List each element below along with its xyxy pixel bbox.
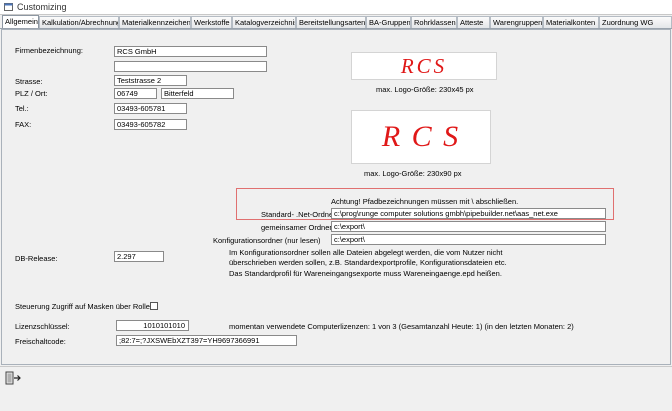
tab-bereitstellungsarten[interactable]: Bereitstellungsarten	[296, 16, 366, 28]
tel-field[interactable]: 03493-605781	[114, 103, 187, 114]
config-folder-label: Konfigurationsordner (nur lesen)	[213, 236, 321, 245]
config-info-line2: überschrieben werden sollen, z.B. Standa…	[229, 258, 507, 267]
tel-label: Tel.:	[15, 104, 29, 113]
tab-allgemein[interactable]: Allgemein	[2, 15, 39, 28]
tab-materialkonten[interactable]: Materialkonten	[543, 16, 599, 28]
net-folder-field[interactable]: c:\prog\runge computer solutions gmbh\pi…	[331, 208, 606, 219]
logo-small-caption: max. Logo-Größe: 230x45 px	[376, 85, 474, 94]
activation-code-field[interactable]: ;82:7=;?JXSWEbXZT397=YH9697366991	[116, 335, 297, 346]
tab-zuordnung-wg[interactable]: Zuordnung WG	[599, 16, 672, 28]
fax-field[interactable]: 03493-605782	[114, 119, 187, 130]
tab-kalkulation[interactable]: Kalkulation/Abrechnung	[39, 16, 119, 28]
tab-warengruppen[interactable]: Warengruppen	[490, 16, 543, 28]
db-release-label: DB-Release:	[15, 254, 58, 263]
net-folder-label: Standard- .Net-Ordner	[261, 210, 336, 219]
logo-large-image[interactable]: R C S	[351, 110, 491, 164]
title-bar: Customizing	[0, 0, 672, 15]
license-usage-text: momentan verwendete Computerlizenzen: 1 …	[229, 322, 574, 331]
firmenbezeichnung-label: Firmenbezeichnung:	[15, 46, 83, 55]
tab-strip: Allgemein Kalkulation/Abrechnung Materia…	[0, 15, 672, 29]
window-title: Customizing	[17, 2, 67, 12]
activation-code-label: Freischaltcode:	[15, 337, 66, 346]
form-icon	[4, 3, 13, 11]
logo-small-image[interactable]: RCS	[351, 52, 497, 80]
path-warning-text: Achtung! Pfadbezeichnungen müssen mit \ …	[331, 197, 519, 206]
tab-materialkennzeichen[interactable]: Materialkennzeichen	[119, 16, 191, 28]
bottom-bar	[0, 366, 672, 411]
role-access-checkbox[interactable]	[150, 302, 158, 310]
license-key-field[interactable]: 1010101010	[116, 320, 189, 331]
db-release-field[interactable]: 2.297	[114, 251, 164, 262]
role-access-label: Steuerung Zugriff auf Masken über Rollen	[15, 302, 155, 311]
logo-large-caption: max. Logo-Größe: 230x90 px	[364, 169, 462, 178]
license-key-label: Lizenzschlüssel:	[15, 322, 70, 331]
config-info-line3: Das Standardprofil für Wareneingangsexpo…	[229, 269, 502, 278]
plz-field[interactable]: 06749	[114, 88, 157, 99]
strasse-label: Strasse:	[15, 77, 43, 86]
exit-door-icon[interactable]	[4, 370, 22, 386]
tab-katalogverzeichnis[interactable]: Katalogverzeichnis	[232, 16, 296, 28]
config-info-line1: Im Konfigurationsordner sollen alle Date…	[229, 248, 503, 257]
ort-field[interactable]: Bitterfeld	[161, 88, 234, 99]
strasse-field[interactable]: Teststrasse 2	[114, 75, 187, 86]
plz-ort-label: PLZ / Ort:	[15, 89, 48, 98]
tab-atteste[interactable]: Atteste	[457, 16, 490, 28]
firmenbezeichnung-field[interactable]: RCS GmbH	[114, 46, 267, 57]
shared-folder-label: gemeinsamer Ordner	[261, 223, 332, 232]
firmenbezeichnung2-field[interactable]	[114, 61, 267, 72]
tab-rohrklassen[interactable]: Rohrklassen	[411, 16, 457, 28]
fax-label: FAX:	[15, 120, 32, 129]
config-folder-field[interactable]: c:\export\	[331, 234, 606, 245]
shared-folder-field[interactable]: c:\export\	[331, 221, 606, 232]
tab-ba-gruppen[interactable]: BA-Gruppen	[366, 16, 411, 28]
tab-werkstoffe[interactable]: Werkstoffe	[191, 16, 232, 28]
